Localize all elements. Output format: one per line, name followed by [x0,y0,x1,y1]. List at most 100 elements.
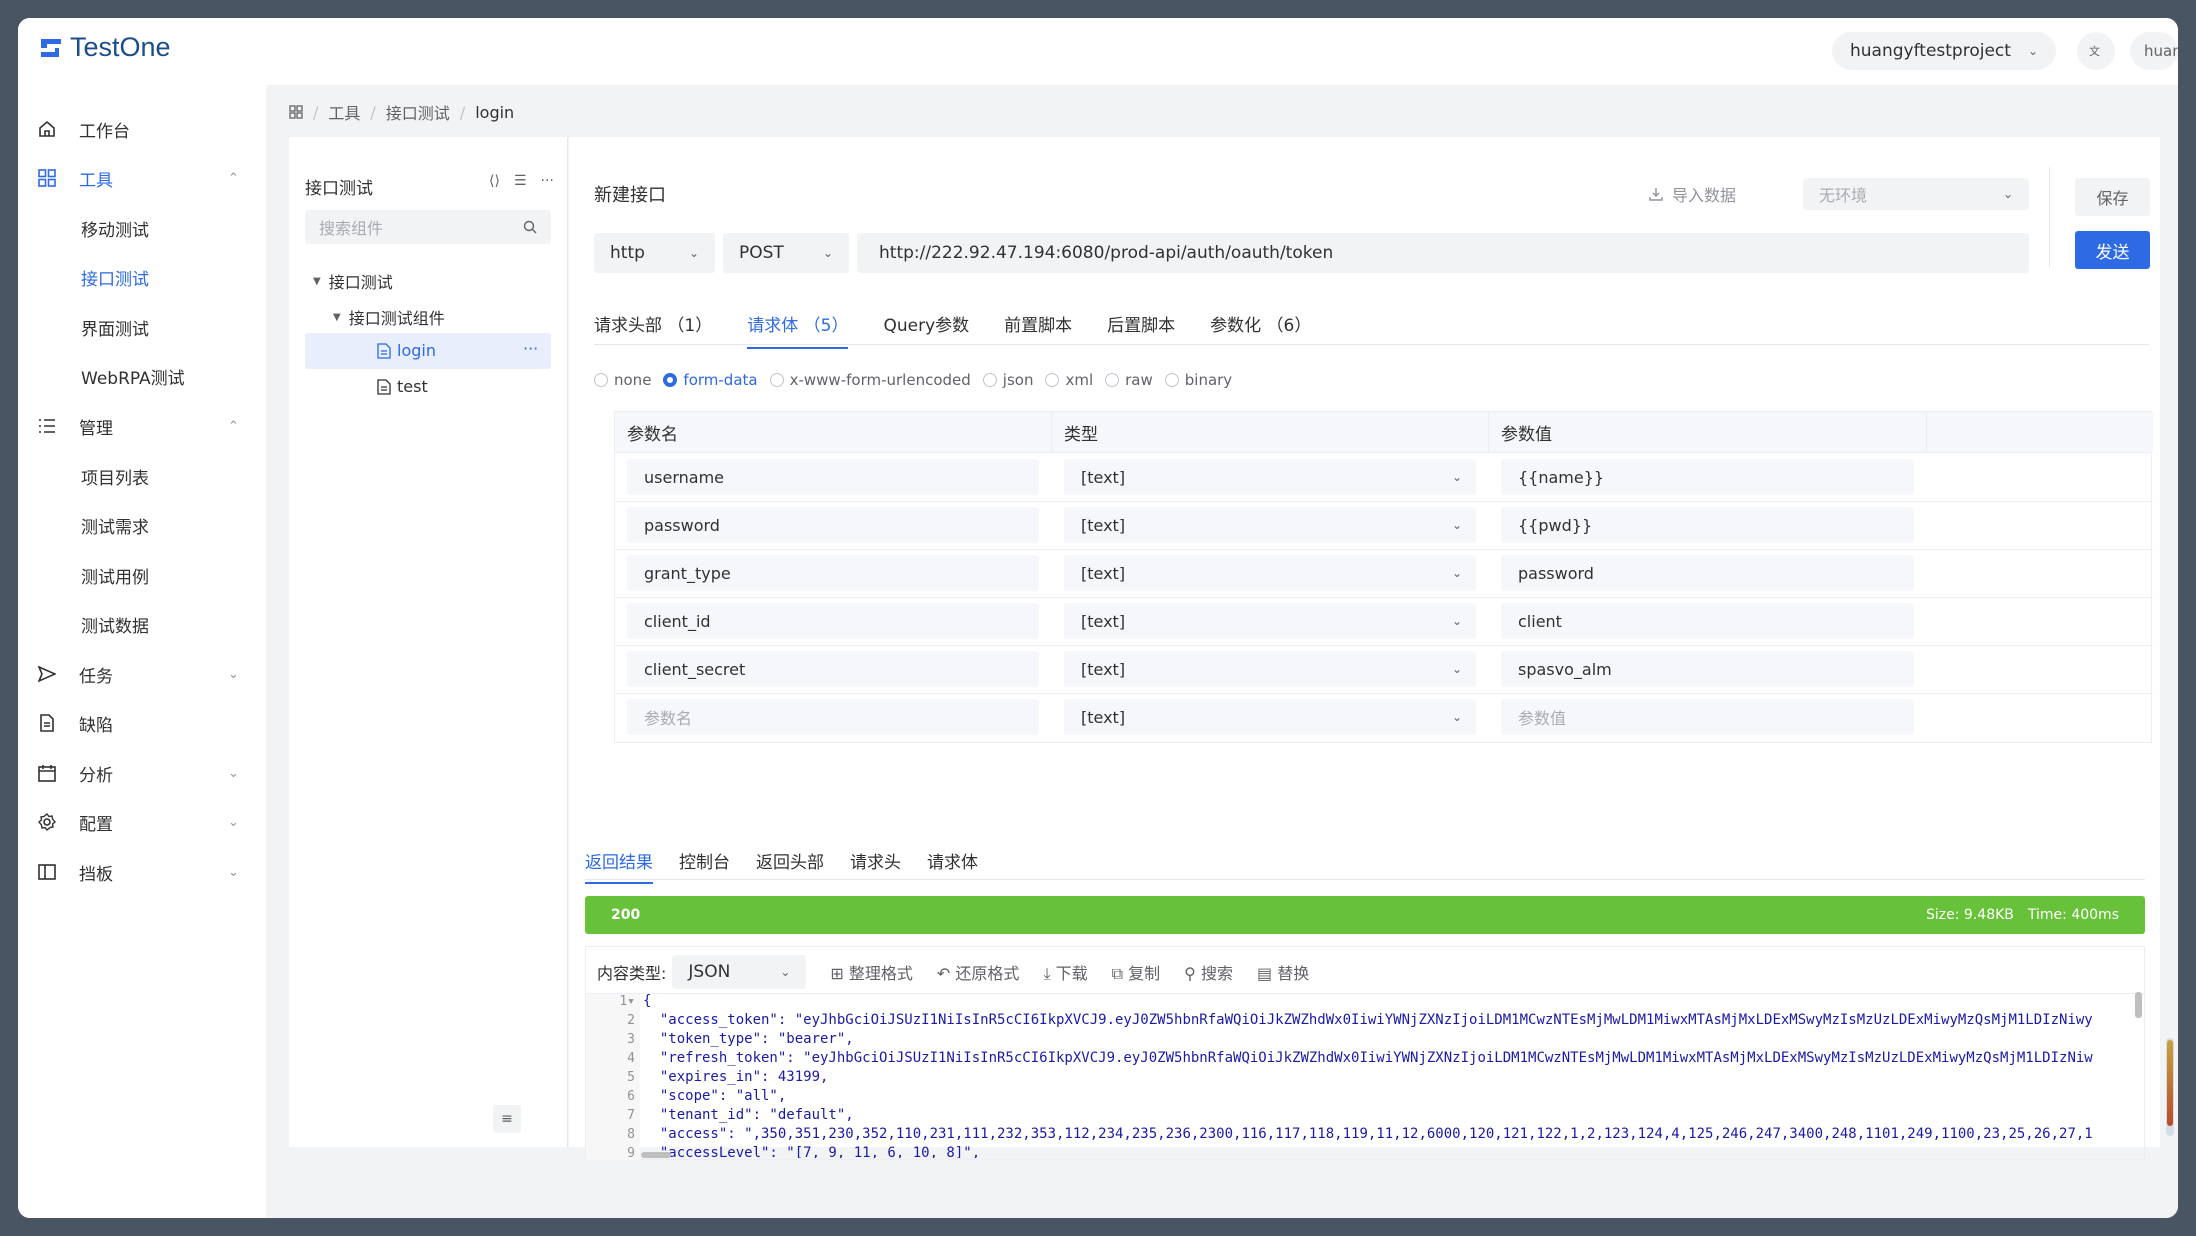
sidebar-subitem-webrpa-test[interactable]: WebRPA测试 [18,353,266,399]
param-value-input[interactable]: spasvo_alm [1501,651,1914,687]
sidebar-item-defects[interactable]: 缺陷 [18,700,266,746]
param-name-input[interactable]: password [627,507,1039,543]
sidebar-subitem-ui-test[interactable]: 界面测试 [18,304,266,350]
param-type-select[interactable]: [text] ⌄ [1064,507,1476,543]
sidebar-subitem-test-requirements[interactable]: 测试需求 [18,502,266,548]
url-input[interactable]: http://222.92.47.194:6080/prod-api/auth/… [857,233,2029,273]
collapse-icon[interactable]: ⟨⟩ [489,173,500,189]
search-input[interactable]: 搜索组件 [305,210,551,244]
radio-label: xml [1065,371,1094,389]
param-name-input[interactable]: client_id [627,603,1039,639]
tree-node-group[interactable]: ▼ 接口测试组件 [333,305,445,329]
radio-label: form-data [683,371,758,389]
sidebar-item-tools[interactable]: 工具 ⌃ [18,155,266,201]
tree-node-login[interactable]: login ··· [305,333,551,369]
radio-circle [1045,373,1060,387]
response-toolbar: 内容类型: JSON ⌄ ⊞ 整理格式 ↶ 还原格式 ⤓ 下载 ⧉ 复制 ⚲ 搜… [597,955,1309,989]
radio-xml[interactable]: xml [1045,371,1093,389]
line-numbers: 1▾ 2 3 4 5 6 7 8 9 [619,994,635,1161]
sidebar-item-manage[interactable]: 管理 ⌃ [18,403,266,449]
param-type-select[interactable]: [text] ⌄ [1064,699,1476,735]
request-title: 新建接口 [594,185,666,206]
radio-binary[interactable]: binary [1164,371,1233,389]
json-code[interactable]: { "access_token": "eyJhbGciOiJSUzI1NiIsI… [643,992,2133,1158]
tree-node-test[interactable]: test [377,377,428,396]
radio-urlencoded[interactable]: x-www-form-urlencoded [769,371,971,389]
vertical-scrollbar[interactable] [2135,992,2142,1018]
radio-form-data[interactable]: form-data [663,371,758,389]
param-value-input[interactable]: {{pwd}} [1501,507,1914,543]
env-value: 无环境 [1819,186,1868,205]
collapse-panel-icon[interactable]: ≡ [493,1105,521,1133]
grid-icon [38,169,56,187]
breadcrumb-separator: / [370,102,376,122]
param-value-input[interactable]: {{name}} [1501,459,1914,495]
import-data-button[interactable]: 导入数据 [1648,182,1736,206]
download-button[interactable]: ⤓ 下载 [1043,960,1087,984]
param-value-input-empty[interactable]: 参数值 [1501,699,1914,735]
filter-icon[interactable]: ☰ [514,173,527,189]
sidebar-subitem-project-list[interactable]: 项目列表 [18,453,266,499]
param-type-select[interactable]: [text] ⌄ [1064,651,1476,687]
sidebar-subitem-test-data[interactable]: 测试数据 [18,601,266,647]
sidebar-subitem-api-test[interactable]: 接口测试 [18,254,266,300]
user-avatar[interactable]: huan [2130,32,2178,70]
method-select[interactable]: POST ⌄ [723,233,849,273]
replace-button[interactable]: ▤ 替换 [1257,960,1309,984]
logo[interactable]: TestOne [38,32,171,63]
param-name-input[interactable]: grant_type [627,555,1039,591]
more-icon[interactable]: ··· [523,339,538,358]
radio-raw[interactable]: raw [1105,371,1153,389]
translate-icon[interactable]: 文 [2077,32,2115,70]
save-button[interactable]: 保存 [2075,178,2150,216]
copy-button[interactable]: ⧉ 复制 [1112,960,1161,984]
param-type-select[interactable]: [text] ⌄ [1064,603,1476,639]
sidebar-subitem-test-cases[interactable]: 测试用例 [18,552,266,598]
restore-format-button[interactable]: ↶ 还原格式 [937,960,1020,984]
sidebar-item-analysis[interactable]: 分析 ⌄ [18,750,266,796]
chevron-down-icon: ⌄ [688,246,699,260]
status-code: 200 [611,907,641,923]
apps-icon[interactable] [289,105,303,119]
sidebar-item-tasks[interactable]: 任务 ⌄ [18,651,266,697]
breadcrumb-item[interactable]: 工具 [328,100,360,124]
content-type-select[interactable]: JSON ⌄ [672,955,807,989]
param-type-select[interactable]: [text] ⌄ [1064,555,1476,591]
format-button[interactable]: ⊞ 整理格式 [830,960,913,984]
radio-none[interactable]: none [594,371,651,389]
sidebar-item-mock[interactable]: 挡板 ⌄ [18,849,266,895]
sidebar-subitem-mobile-test[interactable]: 移动测试 [18,205,266,251]
subitem-label: 测试需求 [81,517,149,538]
env-select[interactable]: 无环境 ⌄ [1803,178,2029,210]
scroll-indicator[interactable] [2166,1038,2174,1136]
more-icon[interactable]: ··· [541,173,554,189]
param-name-input[interactable]: username [627,459,1039,495]
action-label: 还原格式 [955,964,1020,983]
sidebar-item-config[interactable]: 配置 ⌄ [18,799,266,845]
file-icon [377,378,391,395]
param-name-input-empty[interactable]: 参数名 [627,699,1039,735]
radio-circle [982,373,997,387]
param-value-input[interactable]: client [1501,603,1914,639]
horizontal-scrollbar[interactable] [641,1152,671,1158]
sidebar-item-workbench[interactable]: 工作台 [18,106,266,152]
tree-node-root[interactable]: ▼ 接口测试 [313,269,393,293]
top-header: TestOne huangyftestproject ⌄ 文 huan [18,18,2178,85]
radio-label: binary [1184,371,1233,389]
radio-json[interactable]: json [982,371,1033,389]
param-name-input[interactable]: client_secret [627,651,1039,687]
send-button[interactable]: 发送 [2075,231,2150,269]
protocol-select[interactable]: http ⌄ [594,233,715,273]
breadcrumb-separator: / [313,102,319,122]
tabs-divider [585,879,2145,880]
search-button[interactable]: ⚲ 搜索 [1184,960,1233,984]
tree-node-label: test [397,377,428,396]
protocol-value: http [610,243,645,263]
param-value-input[interactable]: password [1501,555,1914,591]
breadcrumb-item[interactable]: 接口测试 [386,100,450,124]
type-value: [text] [1081,707,1126,727]
code-line: { [643,993,652,1009]
subitem-label: 测试用例 [81,567,149,588]
param-type-select[interactable]: [text] ⌄ [1064,459,1476,495]
project-selector[interactable]: huangyftestproject ⌄ [1832,32,2056,70]
